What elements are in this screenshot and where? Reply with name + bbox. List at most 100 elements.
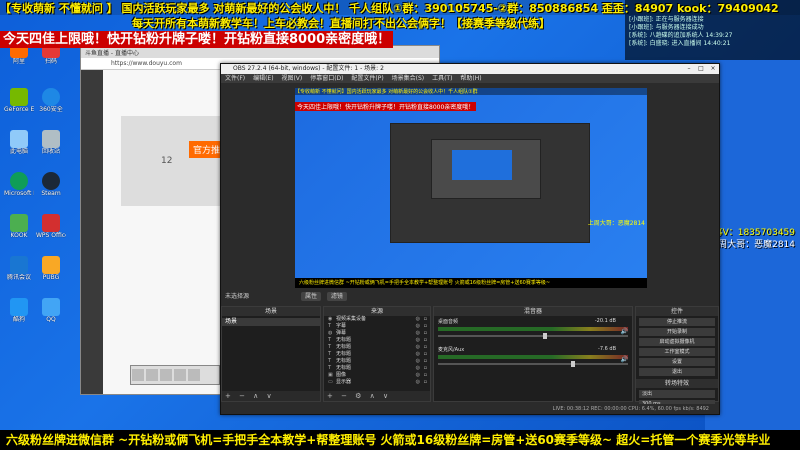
computer-icon [10, 130, 28, 148]
volume-slider[interactable] [438, 361, 628, 367]
scene-item[interactable]: 场景 [222, 318, 320, 326]
desktop-icon-7[interactable]: Microsoft Edge [4, 172, 34, 208]
lock-icon[interactable]: ▫ [424, 365, 427, 372]
obs-window[interactable]: OBS 27.2.4 (64-bit, windows) - 配置文件: 1 -… [220, 63, 720, 415]
menu-profile[interactable]: 配置文件(P) [351, 75, 383, 82]
desktop-icon-12[interactable]: PUBG [36, 256, 66, 292]
source-item[interactable]: T 字幕 ◎ ▫ [324, 323, 430, 330]
slider-knob[interactable] [571, 361, 575, 367]
qq-icon [42, 298, 60, 316]
text-icon: T [328, 344, 332, 350]
browser-icon: ◍ [328, 330, 333, 336]
desktop-icon-13[interactable]: 酷狗 [4, 298, 34, 334]
transition-title: 转场特效 [636, 379, 718, 388]
lock-icon[interactable]: ▫ [424, 344, 427, 351]
eye-icon[interactable]: ◎ [416, 372, 420, 379]
desktop-icon-5[interactable]: 此电脑 [4, 130, 34, 166]
preview-red-text: 今天四佳上限哦！快开钻粉升牌子喽！开钻粉直接8000亲密度哦！ [295, 102, 477, 111]
desktop-icon-10[interactable]: WPS Office [36, 214, 66, 250]
desktop-icon-6[interactable]: 回收站 [36, 130, 66, 166]
eye-icon[interactable]: ◎ [416, 344, 420, 351]
properties-button[interactable]: 属性 [300, 292, 321, 301]
desktop-icon-14[interactable]: QQ [36, 298, 66, 334]
scenes-toolbar[interactable]: + − ∧ ∨ [222, 391, 320, 401]
menu-docks[interactable]: 停靠窗口(D) [310, 75, 343, 82]
lock-icon[interactable]: ▫ [424, 330, 427, 337]
lock-icon[interactable]: ▫ [424, 337, 427, 344]
eye-icon[interactable]: ◎ [416, 316, 420, 323]
media-controls[interactable] [130, 365, 220, 385]
control-icon[interactable] [174, 369, 186, 381]
eye-icon[interactable]: ◎ [416, 351, 420, 358]
preview-side-text: 上周大哥：恶魔2814 [587, 220, 645, 227]
desktop-icon-9[interactable]: KOOK [4, 214, 34, 250]
menu-edit[interactable]: 编辑(E) [253, 75, 273, 82]
virtual-camera-button[interactable]: 启动虚拟摄像机 [639, 338, 715, 346]
source-item[interactable]: T 无标题 ◎ ▫ [324, 344, 430, 351]
chat-line: [系统]: 八趟碟的追加系统人 14:39:27 [629, 32, 733, 39]
source-item[interactable]: ◉ 视频采集设备 ◎ ▫ [324, 316, 430, 323]
control-icon[interactable] [132, 369, 144, 381]
eye-icon[interactable]: ◎ [416, 337, 420, 344]
lock-icon[interactable]: ▫ [424, 358, 427, 365]
source-item[interactable]: ▭ 显示器 ◎ ▫ [324, 379, 430, 386]
nested-preview-3 [452, 150, 512, 180]
control-icon[interactable] [188, 369, 200, 381]
source-item[interactable]: T 无标题 ◎ ▫ [324, 358, 430, 365]
control-icon[interactable] [160, 369, 172, 381]
desktop-icon-3[interactable]: GeForce Experience [4, 88, 34, 124]
source-item[interactable]: ◍ 弹幕 ◎ ▫ [324, 330, 430, 337]
scenes-dock: 场景 场景 + − ∧ ∨ [221, 306, 321, 402]
eye-icon[interactable]: ◎ [416, 379, 420, 386]
stop-streaming-button[interactable]: 停止推流 [639, 318, 715, 326]
lock-icon[interactable]: ▫ [424, 379, 427, 386]
mixer-channel-mic[interactable]: 麦克风/Aux -7.6 dB 🔊 [434, 344, 632, 372]
obs-statusbar: LIVE: 00:38:12 REC: 00:00:00 CPU: 6.4%, … [221, 404, 719, 414]
mixer-channel-desktop[interactable]: 桌面音频 -20.1 dB 🔊 [434, 316, 632, 344]
speaker-icon[interactable]: 🔊 [621, 356, 628, 363]
menu-view[interactable]: 视图(V) [281, 75, 302, 82]
eye-icon[interactable]: ◎ [416, 330, 420, 337]
slider-knob[interactable] [542, 333, 547, 339]
transition-select[interactable]: 淡出 [639, 390, 715, 398]
menu-scene-collection[interactable]: 场景集合(S) [392, 75, 425, 82]
menu-file[interactable]: 文件(F) [225, 75, 245, 82]
controls-dock: 控件 停止推流 开始录制 启动虚拟摄像机 工作室模式 设置 退出 转场特效 淡出… [635, 306, 719, 408]
filters-button[interactable]: 滤镜 [326, 292, 347, 301]
desktop-icon-11[interactable]: 腾讯会议 [4, 256, 34, 292]
obs-titlebar[interactable]: OBS 27.2.4 (64-bit, windows) - 配置文件: 1 -… [221, 64, 719, 74]
source-item[interactable]: ▣ 图像 ◎ ▫ [324, 372, 430, 379]
control-icon[interactable] [146, 369, 158, 381]
source-item[interactable]: T 无标题 ◎ ▫ [324, 365, 430, 372]
desktop-icon-4[interactable]: 360安全 [36, 88, 66, 124]
lock-icon[interactable]: ▫ [424, 351, 427, 358]
maximize-icon[interactable]: □ [695, 64, 707, 74]
desktop-icon-8[interactable]: Steam [36, 172, 66, 208]
close-icon[interactable]: × [707, 64, 719, 74]
obs-preview[interactable]: 【专收萌新 不懂就问】国内活跃玩家最多 对萌新最好的公会收人中！千人组队①群 今… [295, 88, 647, 288]
volume-slider[interactable] [438, 333, 628, 339]
sources-toolbar[interactable]: + − ⚙ ∧ ∨ [324, 391, 430, 401]
eye-icon[interactable]: ◎ [416, 323, 420, 330]
sources-dock: 来源 ◉ 视频采集设备 ◎ ▫ T 字幕 ◎ ▫ ◍ 弹幕 ◎ ▫ T 无标题 ◎ ▫ T 无标题 ◎ ▫ T… [323, 306, 431, 402]
menu-tools[interactable]: 工具(T) [432, 75, 452, 82]
exit-button[interactable]: 退出 [639, 368, 715, 376]
camera-icon: ◉ [328, 316, 333, 322]
lock-icon[interactable]: ▫ [424, 323, 427, 330]
settings-button[interactable]: 设置 [639, 358, 715, 366]
start-recording-button[interactable]: 开始录制 [639, 328, 715, 336]
source-item[interactable]: T 无标题 ◎ ▫ [324, 337, 430, 344]
menu-help[interactable]: 帮助(H) [460, 75, 481, 82]
minimize-icon[interactable]: – [683, 64, 695, 74]
speaker-icon[interactable]: 🔊 [621, 328, 628, 335]
lock-icon[interactable]: ▫ [424, 372, 427, 379]
volume-meter [438, 355, 628, 359]
lock-icon[interactable]: ▫ [424, 316, 427, 323]
eye-icon[interactable]: ◎ [416, 358, 420, 365]
obs-menubar[interactable]: 文件(F) 编辑(E) 视图(V) 停靠窗口(D) 配置文件(P) 场景集合(S… [221, 74, 719, 83]
studio-mode-button[interactable]: 工作室模式 [639, 348, 715, 356]
text-icon: T [328, 365, 332, 371]
source-item[interactable]: T 无标题 ◎ ▫ [324, 351, 430, 358]
channel-name: 麦克风/Aux [438, 347, 465, 353]
eye-icon[interactable]: ◎ [416, 365, 420, 372]
